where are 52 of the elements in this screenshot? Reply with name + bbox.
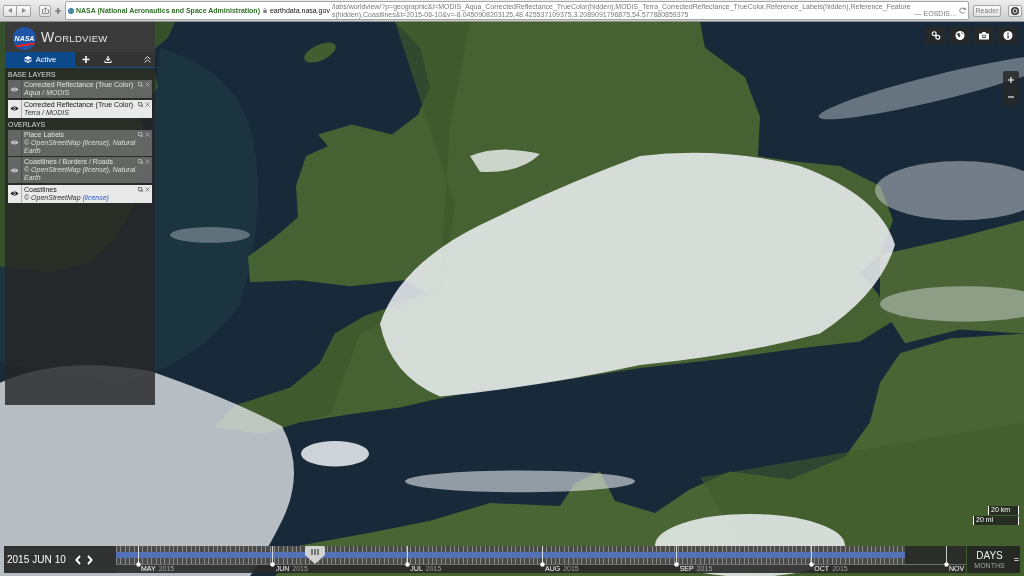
month-marker (270, 546, 276, 567)
projection-button[interactable] (949, 27, 970, 44)
timeline-menu-button[interactable] (1012, 546, 1020, 573)
share-button[interactable] (39, 4, 51, 17)
layers-icon (23, 56, 32, 63)
double-chevron-up-icon (143, 56, 151, 63)
previous-day-button[interactable] (73, 553, 83, 566)
eye-icon[interactable] (10, 106, 19, 111)
ring-icon (1011, 6, 1019, 15)
link-button[interactable] (925, 27, 946, 44)
plus-icon (55, 7, 61, 14)
snapshot-button[interactable] (973, 27, 994, 44)
month-marker (539, 546, 545, 567)
close-icon[interactable] (145, 186, 150, 192)
overlapping-squares-icon[interactable] (138, 186, 143, 192)
back-button[interactable] (3, 4, 17, 17)
month-marker (135, 546, 141, 567)
close-icon[interactable] (145, 101, 150, 107)
globe-icon (68, 7, 74, 14)
address-bar[interactable] (65, 1, 969, 20)
month-marker (404, 546, 410, 567)
chevron-left-icon (75, 554, 82, 565)
globe-icon (954, 31, 965, 40)
month-picker[interactable]: JUN (32, 553, 52, 566)
year-picker[interactable]: 2015 (7, 553, 30, 566)
month-marker (674, 546, 680, 567)
forward-button[interactable] (17, 4, 31, 17)
month-marker (943, 546, 949, 567)
reload-icon (959, 7, 966, 14)
plus-icon (82, 56, 90, 63)
lines-icon (1013, 558, 1019, 561)
info-icon (1002, 31, 1013, 40)
download-icon (104, 56, 112, 63)
share-icon (41, 7, 49, 14)
month-marker (808, 546, 814, 567)
toolbar-button[interactable] (1008, 4, 1022, 17)
app-title: WORLDVIEW (41, 30, 108, 46)
link-icon (930, 31, 941, 40)
next-day-button[interactable] (85, 553, 95, 566)
forward-arrow-icon (21, 8, 26, 13)
chevron-right-icon (87, 554, 94, 565)
overlapping-squares-icon[interactable] (138, 101, 143, 107)
plus-icon (1008, 76, 1014, 83)
info-button[interactable] (997, 27, 1018, 44)
timeline-handle[interactable] (304, 546, 325, 564)
minus-icon (1008, 96, 1014, 99)
camera-icon (978, 31, 989, 40)
eye-icon[interactable] (10, 191, 19, 196)
lock-icon (262, 8, 267, 13)
day-picker[interactable]: 10 (54, 553, 66, 566)
zoom-level-option[interactable]: DAYS (976, 549, 1003, 562)
back-arrow-icon (8, 8, 12, 13)
